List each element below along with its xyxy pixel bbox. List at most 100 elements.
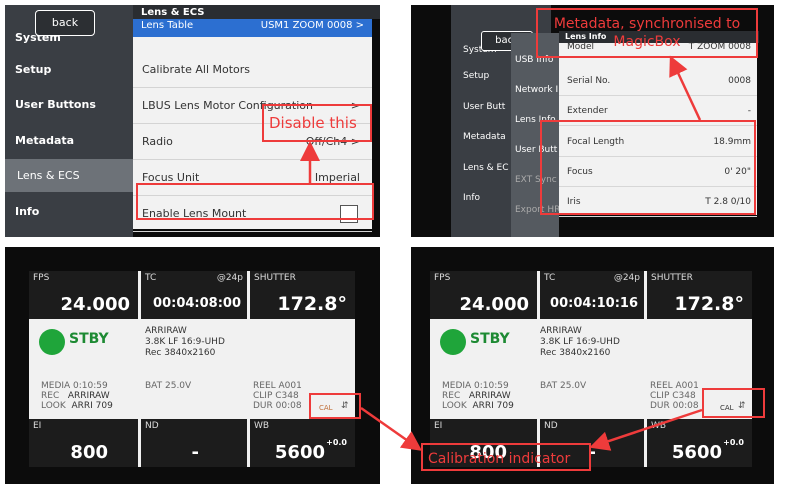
wb-value: 5600 (274, 442, 325, 463)
media-info: MEDIA 0:10:59 REC ARRIRAW LOOK ARRI 709 (41, 381, 113, 411)
rec-label: REC (442, 391, 461, 401)
fps-value: 24.000 (459, 294, 529, 315)
shutter-tile[interactable]: SHUTTER 172.8° (250, 271, 355, 319)
annotation-calibration-indicator: Calibration indicator (421, 443, 591, 471)
sidebar-item-user-buttons[interactable]: User Butt (463, 102, 505, 112)
shutter-label: SHUTTER (651, 273, 693, 283)
wb-tint: +0.0 (723, 438, 744, 447)
fps-value: 24.000 (60, 294, 130, 315)
shutter-value: 172.8° (277, 293, 347, 315)
menu-row-lens-table[interactable]: Lens Table USM1 ZOOM 0008 > (133, 19, 372, 37)
media-info: MEDIA 0:10:59 REC ARRIRAW LOOK ARRI 709 (442, 381, 514, 411)
media-value: MEDIA 0:10:59 (442, 381, 509, 391)
format-rec: Rec 3840x2160 (540, 348, 611, 358)
row-value: USM1 ZOOM 0008 > (260, 20, 364, 31)
row-label: Radio (142, 135, 173, 148)
menu-row-calibrate-all-motors[interactable]: Calibrate All Motors (133, 52, 372, 88)
annotation-box-enable-lens-mount (136, 183, 374, 220)
format-resolution: 3.8K LF 16:9-UHD (540, 337, 620, 347)
fps-label: FPS (434, 273, 451, 283)
format-rec: Rec 3840x2160 (145, 348, 216, 358)
row-label: Calibrate All Motors (142, 63, 251, 76)
nd-value: - (191, 442, 199, 463)
format-codec: ARRIRAW (145, 326, 187, 336)
rec-value: ARRIRAW (468, 391, 511, 401)
ei-label: EI (33, 421, 42, 431)
format-resolution: 3.8K LF 16:9-UHD (145, 337, 225, 347)
tc-rate: @24p (613, 273, 640, 283)
look-value: ARRI 709 (472, 401, 514, 411)
clip-value: CLIP C348 (650, 391, 696, 401)
annotation-box-cal-right (702, 388, 765, 418)
status-text: STBY (69, 331, 109, 347)
sidebar-item-lens-ecs[interactable]: Lens & EC (463, 163, 509, 173)
sidebar-item-metadata[interactable]: Metadata (15, 134, 74, 147)
clip-info: REEL A001 CLIP C348 DUR 00:08 (253, 381, 302, 411)
recording-format: ARRIRAW 3.8K LF 16:9-UHD Rec 3840x2160 (540, 326, 620, 359)
tc-label: TC (145, 273, 157, 283)
annotation-metadata-synchronised: Metadata, synchronised to MagicBox (553, 16, 741, 50)
home-screen: FPS 24.000 TC @24p 00:04:10:16 SHUTTER 1… (430, 271, 752, 467)
battery-value: BAT 25.0V (145, 381, 192, 391)
submenu-item-network[interactable]: Network I (515, 85, 558, 95)
wb-label: WB (651, 421, 667, 431)
media-value: MEDIA 0:10:59 (41, 381, 108, 391)
ei-value: 800 (70, 442, 108, 463)
reel-value: REEL A001 (650, 381, 699, 391)
tc-label: TC (544, 273, 556, 283)
look-value: ARRI 709 (71, 401, 113, 411)
sidebar-item-lens-ecs[interactable]: Lens & ECS (5, 159, 133, 192)
row-label: Serial No. (567, 76, 611, 86)
status-indicator (440, 329, 466, 355)
wb-tile[interactable]: WB 5600 +0.0 (647, 419, 752, 467)
row-value: 0008 (728, 76, 751, 86)
annotation-box-cal-left (309, 393, 361, 419)
fps-tile[interactable]: FPS 24.000 (430, 271, 537, 319)
ei-tile[interactable]: EI 800 (29, 419, 138, 467)
ei-label: EI (434, 421, 443, 431)
clip-info: REEL A001 CLIP C348 DUR 00:08 (650, 381, 699, 411)
row-label: Lens Table (141, 20, 194, 31)
nd-tile[interactable]: ND - (141, 419, 247, 467)
fps-label: FPS (33, 273, 50, 283)
shutter-label: SHUTTER (254, 273, 296, 283)
format-codec: ARRIRAW (540, 326, 582, 336)
rec-value: ARRIRAW (67, 391, 110, 401)
sidebar-item-setup[interactable]: Setup (463, 71, 489, 81)
status-text: STBY (470, 331, 510, 347)
tc-tile[interactable]: TC @24p 00:04:08:00 (141, 271, 247, 319)
battery-value: BAT 25.0V (540, 381, 587, 391)
shutter-value: 172.8° (674, 293, 744, 315)
status-indicator (39, 329, 65, 355)
shutter-tile[interactable]: SHUTTER 172.8° (647, 271, 752, 319)
recording-format: ARRIRAW 3.8K LF 16:9-UHD Rec 3840x2160 (145, 326, 225, 359)
lens-info-row-serial: Serial No. 0008 (559, 66, 757, 96)
sidebar-item-info[interactable]: Info (15, 205, 39, 218)
rec-label: REC (41, 391, 60, 401)
wb-label: WB (254, 421, 270, 431)
tc-value: 00:04:08:00 (153, 296, 241, 311)
annotation-disable-this: Disable this (269, 114, 357, 132)
back-button[interactable]: back (35, 10, 95, 36)
dur-value: DUR 00:08 (650, 401, 699, 411)
annotation-box-lens-metadata (540, 120, 756, 215)
dur-value: DUR 00:08 (253, 401, 302, 411)
wb-tile[interactable]: WB 5600 +0.0 (250, 419, 355, 467)
sidebar-item-metadata[interactable]: Metadata (463, 132, 506, 142)
tc-value: 00:04:10:16 (550, 296, 638, 311)
sidebar-item-user-buttons[interactable]: User Buttons (15, 98, 96, 111)
home-screen: FPS 24.000 TC @24p 00:04:08:00 SHUTTER 1… (29, 271, 355, 467)
fps-tile[interactable]: FPS 24.000 (29, 271, 138, 319)
clip-value: CLIP C348 (253, 391, 299, 401)
tc-rate: @24p (216, 273, 243, 283)
sidebar-item-info[interactable]: Info (463, 193, 480, 203)
nd-label: ND (145, 421, 159, 431)
tc-tile[interactable]: TC @24p 00:04:10:16 (540, 271, 644, 319)
wb-value: 5600 (671, 442, 722, 463)
camera-home-screenshot-left: FPS 24.000 TC @24p 00:04:08:00 SHUTTER 1… (5, 247, 380, 484)
reel-value: REEL A001 (253, 381, 302, 391)
nd-label: ND (544, 421, 558, 431)
sidebar-item-setup[interactable]: Setup (15, 63, 51, 76)
wb-tint: +0.0 (326, 438, 347, 447)
row-label: Extender (567, 106, 608, 116)
